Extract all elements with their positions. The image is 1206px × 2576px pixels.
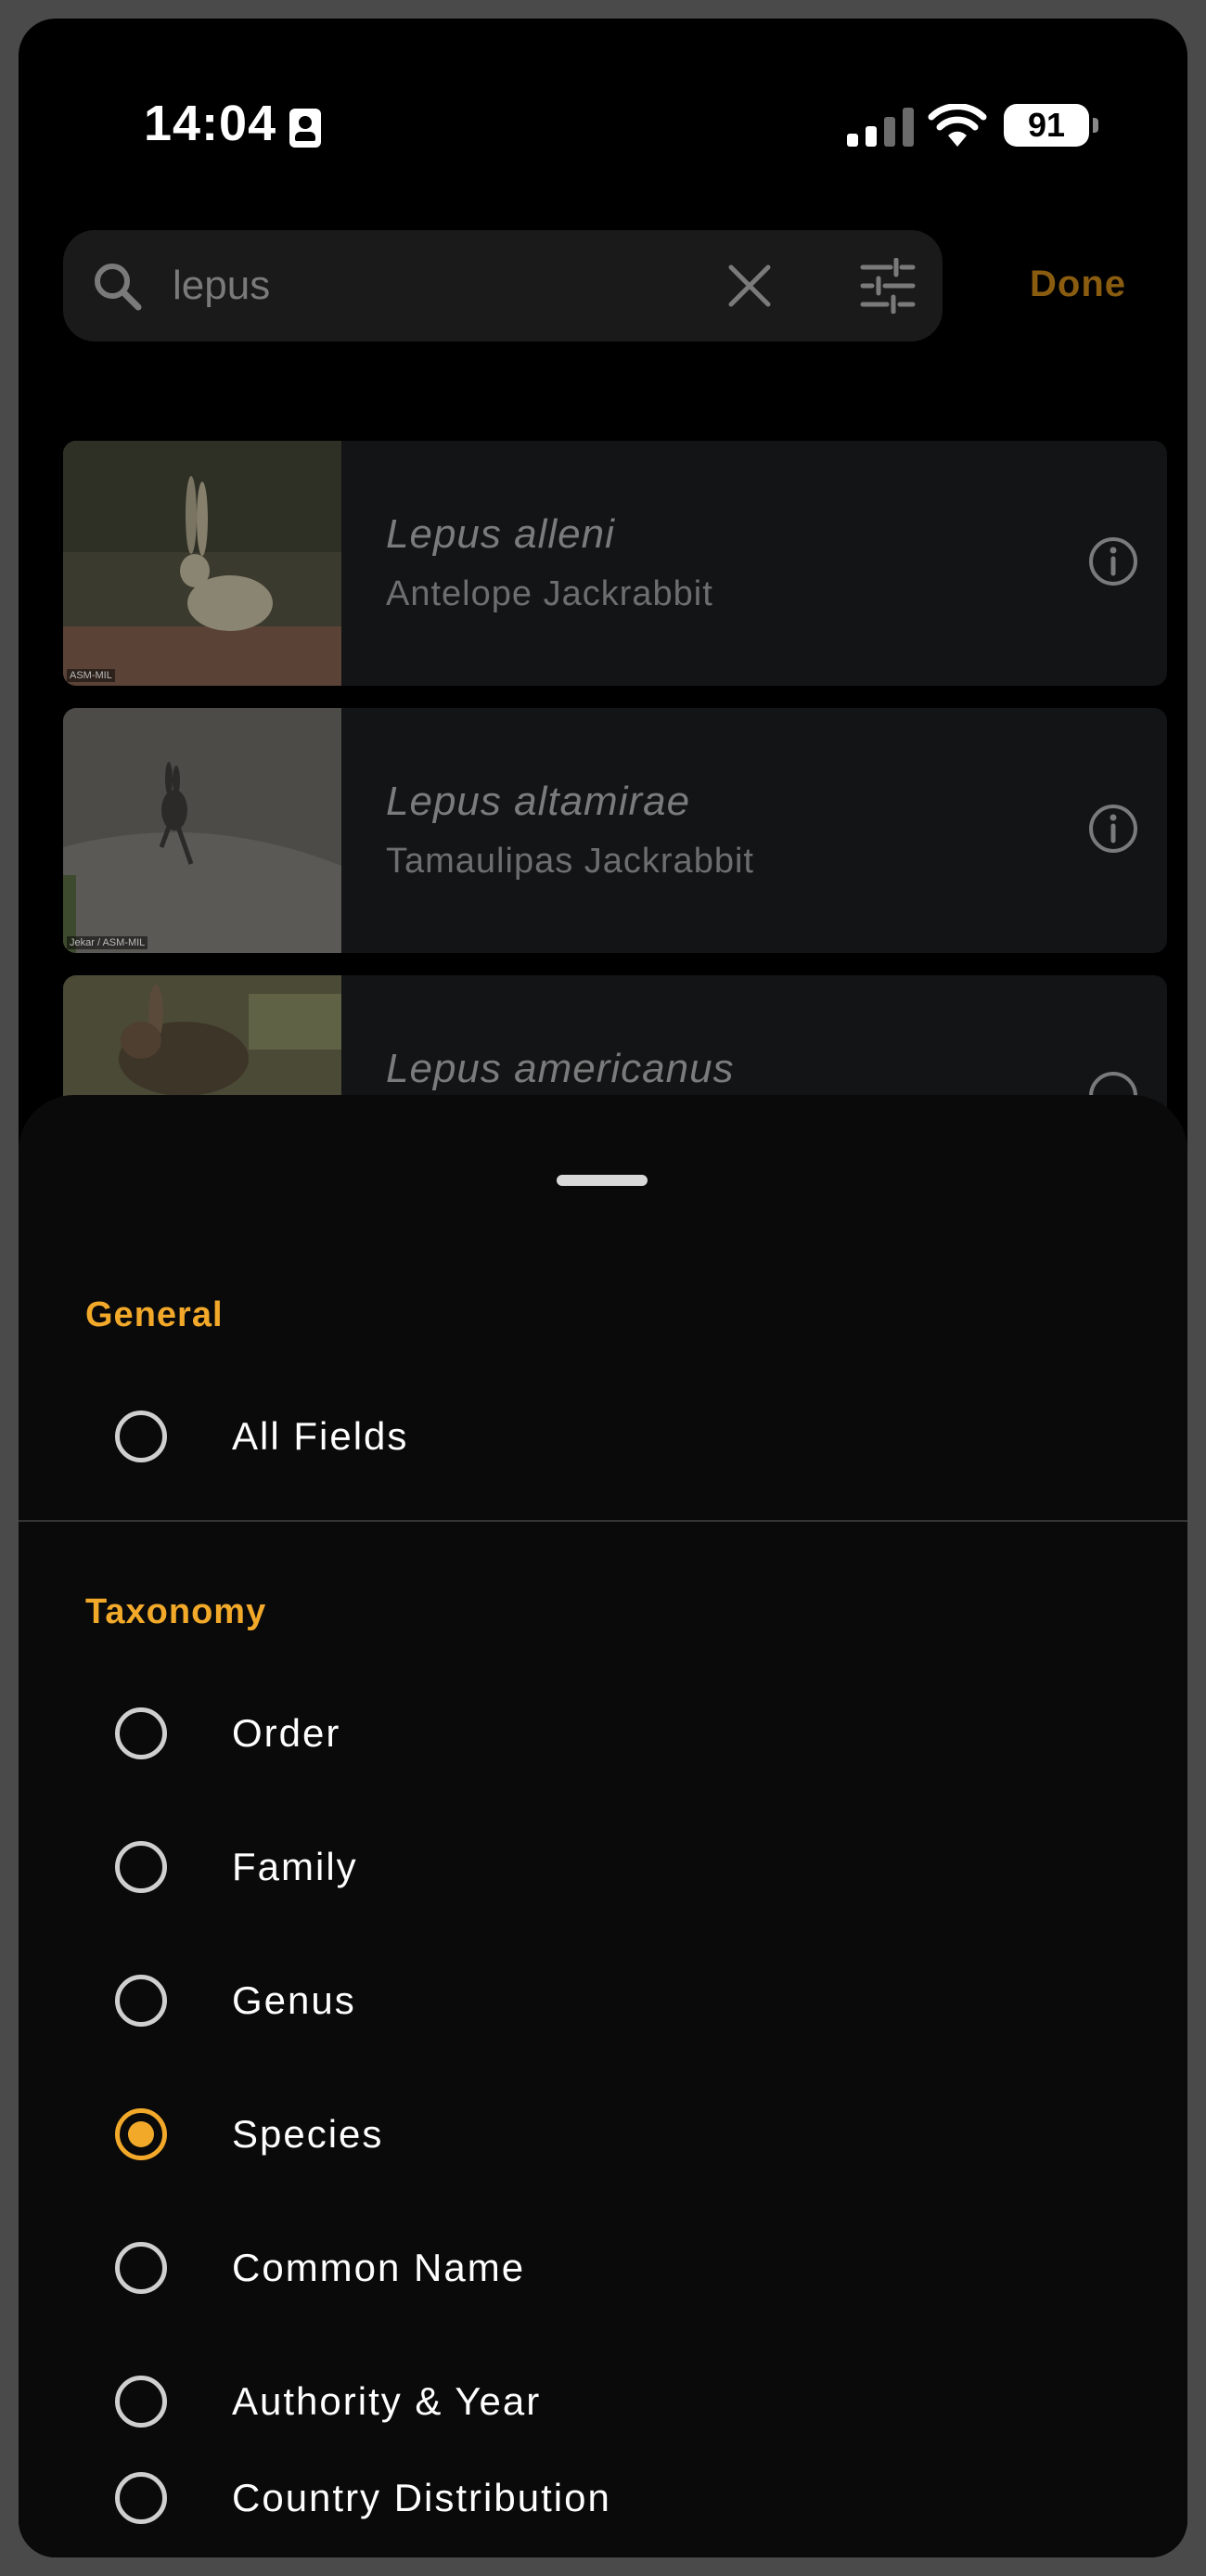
radio-button[interactable] <box>115 1707 167 1759</box>
common-name: Tamaulipas Jackrabbit <box>386 842 754 881</box>
option-label: All Fields <box>232 1414 409 1458</box>
search-field-sheet: General All Fields Taxonomy Order Family… <box>19 1095 1187 2557</box>
option-authority-year[interactable]: Authority & Year <box>19 2344 1187 2455</box>
option-common-name[interactable]: Common Name <box>19 2210 1187 2322</box>
species-thumbnail: ASM-MIL <box>63 441 341 686</box>
option-species[interactable]: Species <box>19 2077 1187 2188</box>
filter-sliders-icon[interactable] <box>859 258 917 314</box>
radio-button[interactable] <box>115 1841 167 1893</box>
section-title-general: General <box>85 1295 224 1334</box>
option-order[interactable]: Order <box>19 1676 1187 1787</box>
search-bar <box>63 230 943 341</box>
option-label: Genus <box>232 1978 356 2022</box>
option-family[interactable]: Family <box>19 1810 1187 1921</box>
battery-indicator: 91 <box>1004 104 1098 147</box>
clear-search-icon[interactable] <box>725 262 774 310</box>
option-label: Country Distribution <box>232 2476 611 2519</box>
info-icon[interactable] <box>1087 535 1139 587</box>
section-divider <box>19 1520 1187 1522</box>
option-label: Species <box>232 2112 384 2156</box>
status-time: 14:04 <box>144 96 277 151</box>
section-title-taxonomy: Taxonomy <box>85 1592 267 1631</box>
radio-button[interactable] <box>115 2376 167 2428</box>
status-bar: 14:04 91 <box>19 19 1187 232</box>
radio-button[interactable] <box>115 1975 167 2027</box>
species-thumbnail: Jekar / ASM-MIL <box>63 708 341 953</box>
search-input[interactable] <box>173 258 692 314</box>
radio-button[interactable] <box>115 1410 167 1462</box>
radio-button[interactable] <box>115 2472 167 2524</box>
option-all-fields[interactable]: All Fields <box>19 1379 1187 1490</box>
done-button[interactable]: Done <box>1030 264 1126 305</box>
photo-credit: ASM-MIL <box>67 669 115 682</box>
contact-card-icon <box>289 109 321 148</box>
option-genus[interactable]: Genus <box>19 1943 1187 2054</box>
search-icon <box>95 264 142 311</box>
phone-screen: 14:04 91 lepus Done ASM-MIL Lepus alleni… <box>19 19 1187 2557</box>
sheet-drag-handle[interactable] <box>557 1175 648 1186</box>
option-label: Order <box>232 1711 341 1755</box>
scientific-name: Lepus alleni <box>386 511 615 557</box>
result-card[interactable]: ASM-MIL Lepus alleni Antelope Jackrabbit <box>63 441 1167 686</box>
wifi-icon <box>928 104 987 147</box>
result-card[interactable]: Jekar / ASM-MIL Lepus altamirae Tamaulip… <box>63 708 1167 953</box>
photo-credit: Jekar / ASM-MIL <box>67 936 148 949</box>
scientific-name: Lepus altamirae <box>386 779 691 824</box>
option-country-distribution[interactable]: Country Distribution <box>19 2441 1187 2552</box>
cellular-signal-icon <box>847 108 914 147</box>
scientific-name: Lepus americanus <box>386 1046 735 1091</box>
radio-button-selected[interactable] <box>115 2108 167 2160</box>
option-label: Common Name <box>232 2246 526 2289</box>
option-label: Authority & Year <box>232 2379 542 2423</box>
common-name: Antelope Jackrabbit <box>386 574 713 613</box>
radio-button[interactable] <box>115 2242 167 2294</box>
option-label: Family <box>232 1845 358 1888</box>
info-icon[interactable] <box>1087 803 1139 855</box>
